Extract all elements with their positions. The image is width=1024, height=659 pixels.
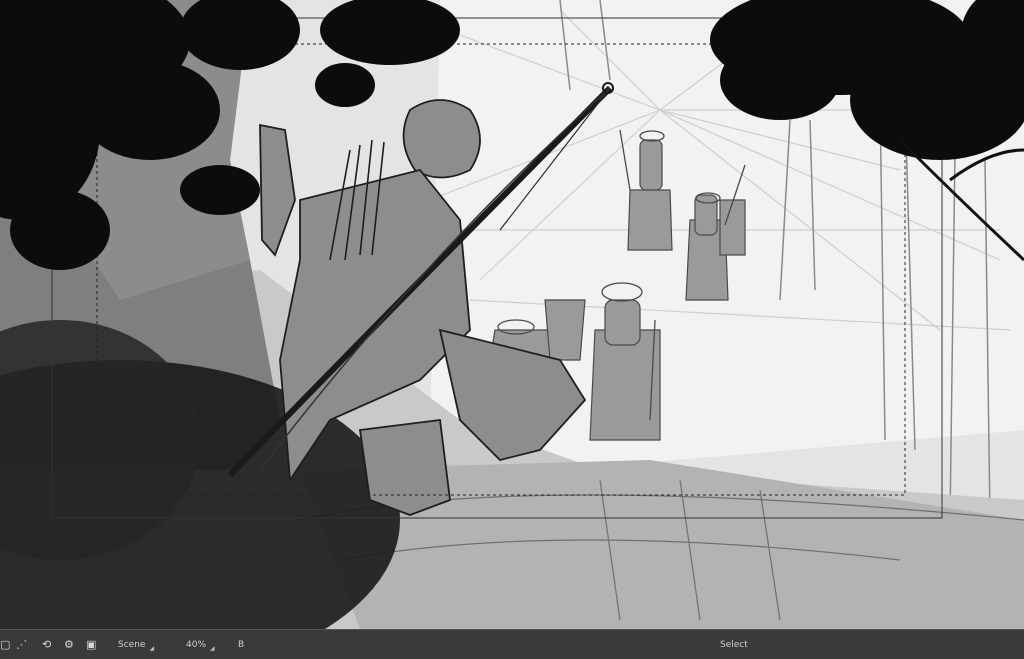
layer-label: B bbox=[238, 639, 245, 650]
zoom-value: 40% bbox=[186, 639, 207, 650]
scene-label: Scene bbox=[118, 639, 146, 650]
drawing-canvas[interactable] bbox=[0, 0, 1024, 629]
scene-selector[interactable]: Scene ◢ bbox=[118, 630, 154, 659]
status-bar: ▢ ⋰ ⟲ ⚙ ▣ Scene ◢ 40% ◢ B Select bbox=[0, 629, 1024, 659]
dropdown-triangle-icon: ◢ bbox=[149, 645, 155, 652]
flip-icon[interactable]: ⚙ bbox=[64, 630, 74, 659]
storyboard-drawing bbox=[0, 0, 1024, 629]
camera-icon[interactable]: ▣ bbox=[86, 630, 96, 659]
current-tool-label: Select bbox=[720, 639, 748, 650]
rotate-view-icon[interactable]: ⟲ bbox=[42, 630, 51, 659]
zoom-selector[interactable]: 40% ◢ bbox=[186, 630, 215, 659]
onion-skin-icon[interactable]: ⋰ bbox=[16, 630, 27, 659]
dropdown-triangle-icon: ◢ bbox=[210, 645, 215, 652]
frame-icon[interactable]: ▢ bbox=[0, 630, 10, 659]
